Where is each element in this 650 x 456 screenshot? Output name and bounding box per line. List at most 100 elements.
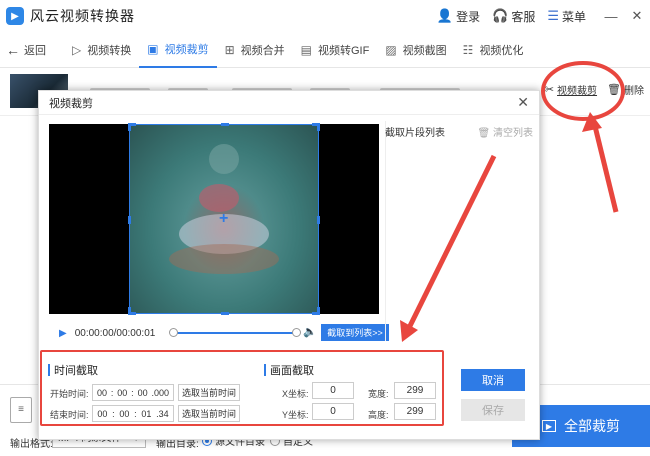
dialog-header: 视频裁剪 ✕ — [39, 91, 539, 115]
trash-icon: 🗑 — [607, 84, 621, 96]
section-bar — [264, 364, 266, 376]
player-controls: ▶ 00:00:00/00:00:01 🔈 截取到列表>> — [49, 324, 389, 342]
menu-link[interactable]: ☰ 菜单 — [547, 8, 586, 25]
crop-handle[interactable] — [317, 307, 320, 315]
tab-label: 视频转GIF — [317, 44, 370, 57]
video-merge-icon: ⊞ — [224, 42, 235, 57]
trash-icon: 🗑 — [477, 128, 493, 139]
video-convert-icon: ▷ — [72, 42, 82, 57]
x-label: X坐标: — [282, 389, 309, 399]
gif-icon: ▤ — [300, 42, 312, 57]
tab-video-screenshot[interactable]: ▨ 视频截图 — [377, 32, 454, 68]
close-icon[interactable]: ✕ — [517, 94, 529, 111]
add-to-list-button[interactable]: 截取到列表>> — [321, 324, 389, 341]
start-time-label: 开始时间: — [50, 389, 89, 399]
back-button[interactable]: ← 返回 — [6, 42, 64, 58]
slider-end-knob[interactable] — [292, 328, 301, 337]
dialog-title: 视频裁剪 — [49, 97, 93, 110]
pick-current-end-button[interactable]: 选取当前时间 — [178, 405, 240, 422]
title-bar-actions: 👤 登录 🎧 客服 ☰ 菜单 — ✕ — [437, 0, 650, 32]
crop-action-label: 视频裁剪 — [557, 86, 598, 97]
divider — [385, 121, 386, 341]
height-input[interactable]: 299 — [394, 403, 436, 420]
start-time-input[interactable]: 00:00:00.000 — [92, 384, 174, 401]
end-time-label: 结束时间: — [50, 410, 89, 420]
nav-bar: ← 返回 ▷ 视频转换 ▣ 视频裁剪 ⊞ 视频合并 ▤ 视频转GIF ▨ 视频截图 ☷ 视频优… — [0, 32, 650, 68]
time-section-title: 时间截取 — [48, 362, 98, 378]
height-label: 高度: — [368, 410, 389, 420]
pick-current-start-button[interactable]: 选取当前时间 — [178, 384, 240, 401]
time-display: 00:00:00/00:00:01 — [74, 327, 156, 339]
crop-params-panel: 时间截取 开始时间: 00:00:00.000 选取当前时间 结束时间: 00:… — [40, 350, 444, 426]
login-label: 登录 — [456, 9, 481, 24]
end-hh: 00 — [97, 408, 108, 419]
clip-list-header: 截取片段列表 🗑 清空列表 — [385, 124, 533, 140]
headset-icon: 🎧 — [492, 8, 509, 23]
crop-handle[interactable] — [317, 123, 320, 131]
menu-icon: ☰ — [547, 8, 559, 23]
crop-video-action[interactable]: ✂ 视频裁剪 — [545, 82, 597, 97]
save-button[interactable]: 保存 — [461, 399, 525, 421]
volume-icon[interactable]: 🔈 — [303, 325, 317, 338]
crop-handle[interactable] — [221, 123, 229, 126]
cut-all-label: 全部裁剪 — [564, 418, 620, 434]
tab-label: 视频裁剪 — [164, 43, 209, 56]
y-label: Y坐标: — [282, 410, 309, 420]
clip-list-title: 截取片段列表 — [385, 128, 445, 139]
tab-video-convert[interactable]: ▷ 视频转换 — [64, 32, 139, 68]
video-preview: + — [49, 123, 379, 315]
minimize-button[interactable]: — — [598, 9, 624, 24]
crop-handle[interactable] — [128, 216, 131, 224]
end-ms: .34 — [156, 408, 169, 419]
end-mm: 00 — [119, 408, 130, 419]
cancel-button[interactable]: 取消 — [461, 369, 525, 391]
start-mm: 00 — [117, 387, 128, 398]
tab-video-optimize[interactable]: ☷ 视频优化 — [455, 32, 532, 68]
tab-video-crop[interactable]: ▣ 视频裁剪 — [139, 32, 217, 68]
tab-video-gif[interactable]: ▤ 视频转GIF — [293, 32, 378, 68]
user-icon: 👤 — [436, 8, 454, 23]
document-icon: ≡ — [10, 397, 32, 423]
login-link[interactable]: 👤 登录 — [437, 8, 480, 25]
tab-label: 视频截图 — [402, 44, 447, 57]
time-section-label: 时间截取 — [54, 365, 98, 377]
crop-handle[interactable] — [128, 307, 131, 315]
width-input[interactable]: 299 — [394, 382, 436, 399]
clear-list-button[interactable]: 🗑 清空列表 — [478, 124, 533, 140]
crop-handle[interactable] — [221, 312, 229, 315]
play-icon[interactable]: ▶ — [59, 328, 67, 339]
tab-video-merge[interactable]: ⊞ 视频合并 — [217, 32, 293, 68]
video-crop-icon: ▣ — [147, 41, 159, 56]
annotation-arrow-line — [591, 121, 619, 213]
close-window-button[interactable]: ✕ — [624, 8, 650, 24]
slider-start-knob[interactable] — [169, 328, 178, 337]
start-ss: 00 — [137, 387, 148, 398]
crop-dialog: 视频裁剪 ✕ + ▶ 00:00:00/00:00:01 🔈 截取到列表>> 截… — [38, 90, 540, 440]
menu-label: 菜单 — [561, 9, 586, 24]
tab-label: 视频优化 — [479, 44, 524, 57]
screenshot-icon: ▨ — [385, 42, 397, 57]
app-window: ▶ 风云视频转换器 👤 登录 🎧 客服 ☰ 菜单 — ✕ ← 返回 ▷ 视频转换 ▣ 视频裁… — [0, 0, 650, 456]
crop-handle[interactable] — [128, 123, 131, 131]
start-ms: .000 — [151, 387, 169, 398]
delete-action-label: 删除 — [624, 86, 644, 97]
row-actions: ✂ 视频裁剪 🗑 删除 — [535, 82, 644, 97]
title-bar: ▶ 风云视频转换器 👤 登录 🎧 客服 ☰ 菜单 — ✕ — [0, 0, 650, 32]
arrow-left-icon: ← — [6, 41, 20, 58]
frame-section-label: 画面截取 — [270, 365, 314, 377]
tab-label: 视频合并 — [240, 44, 285, 57]
sliders-icon: ☷ — [462, 42, 474, 57]
end-ss: 01 — [141, 408, 152, 419]
x-input[interactable]: 0 — [312, 382, 354, 399]
timeline-slider[interactable] — [169, 328, 301, 337]
width-label: 宽度: — [368, 389, 389, 399]
delete-action[interactable]: 🗑 删除 — [607, 82, 644, 97]
section-bar — [48, 364, 50, 376]
app-logo-icon: ▶ — [6, 7, 24, 25]
service-link[interactable]: 🎧 客服 — [492, 8, 535, 25]
end-time-input[interactable]: 00:00:01.34 — [92, 405, 174, 422]
y-input[interactable]: 0 — [312, 403, 354, 420]
crop-handle[interactable] — [317, 216, 320, 224]
clear-list-label: 清空列表 — [493, 128, 533, 139]
crosshair-icon: + — [219, 210, 229, 227]
